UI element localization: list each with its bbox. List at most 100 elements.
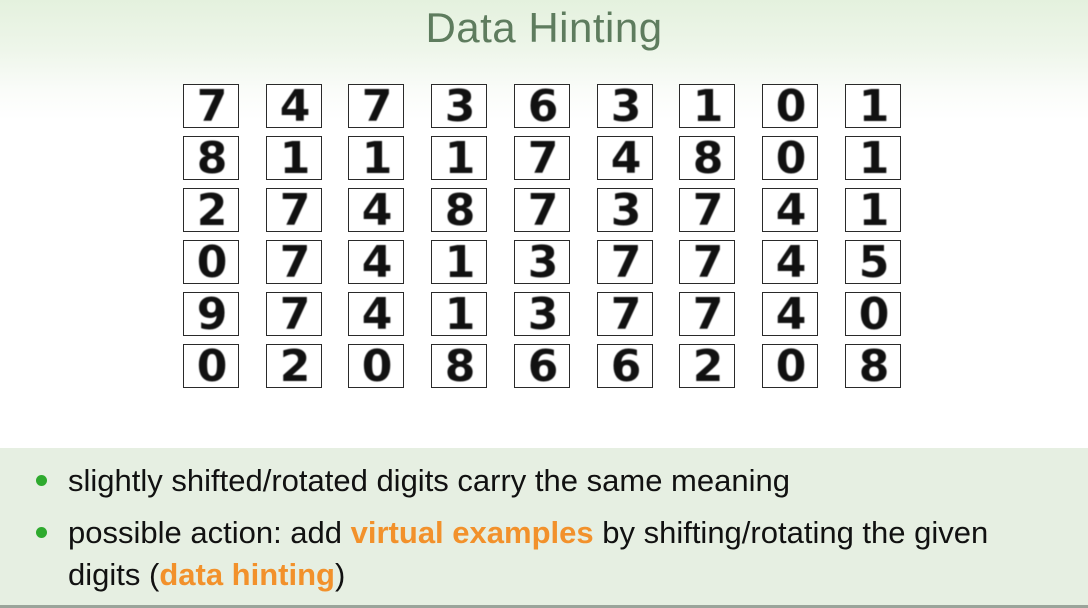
digit-cell: 8 [845,344,901,388]
digit-glyph: 4 [775,188,807,232]
bullet-2-text-start: possible action: add [68,515,351,550]
digit-glyph: 7 [361,84,393,128]
digit-cell: 7 [679,240,735,284]
digit-glyph: 4 [279,84,311,128]
digit-glyph: 1 [444,240,476,284]
digit-cell: 7 [597,240,653,284]
digit-glyph: 6 [527,84,559,128]
digit-cell: 1 [679,84,735,128]
digit-cell: 8 [679,136,735,180]
digit-cell: 8 [431,344,487,388]
digit-cell: 1 [845,188,901,232]
digit-cell: 0 [762,84,818,128]
bullet-2-text-end: ) [334,557,346,592]
digit-glyph: 1 [692,84,724,128]
digit-glyph: 0 [196,344,228,388]
digit-cell: 0 [762,136,818,180]
digit-glyph: 4 [361,240,393,284]
digit-glyph: 4 [361,292,393,336]
digit-cell: 7 [514,136,570,180]
digit-glyph: 8 [692,136,724,180]
digit-glyph: 8 [444,344,476,388]
digit-glyph: 4 [610,136,642,180]
digit-cell: 7 [514,188,570,232]
digit-cell: 6 [514,344,570,388]
digit-glyph: 7 [527,188,559,232]
digit-cell: 1 [431,240,487,284]
digit-glyph: 7 [527,136,559,180]
digit-glyph: 2 [279,344,311,388]
digit-cell: 0 [348,344,404,388]
digit-glyph: 7 [610,292,642,336]
digit-cell: 1 [431,292,487,336]
digit-glyph: 6 [610,344,642,388]
digit-cell: 6 [597,344,653,388]
digit-glyph: 4 [775,292,807,336]
slide: Data Hinting 7 4 7 3 6 3 1 0 1 8 1 1 1 7 4 8 0 1 2 7 4 8 7 3 7 4 1… [0,0,1088,608]
digit-cell: 4 [762,188,818,232]
digit-cell: 4 [348,240,404,284]
digit-glyph: 4 [361,188,393,232]
digit-glyph: 1 [444,292,476,336]
digit-cell: 6 [514,84,570,128]
digit-glyph: 1 [279,136,311,180]
digit-cell: 3 [431,84,487,128]
digit-glyph: 9 [196,292,228,336]
digit-glyph: 2 [692,344,724,388]
digit-cell: 3 [514,240,570,284]
digit-glyph: 1 [858,188,890,232]
bullet-text-1: slightly shifted/rotated digits carry th… [68,463,790,498]
digit-glyph: 3 [444,84,476,128]
digit-glyph: 7 [692,188,724,232]
digit-glyph: 7 [196,84,228,128]
digit-cell: 7 [266,188,322,232]
digit-cell: 1 [845,84,901,128]
digit-glyph: 3 [610,84,642,128]
digit-cell: 7 [597,292,653,336]
digit-cell: 2 [183,188,239,232]
digit-cell: 1 [348,136,404,180]
digit-cell: 7 [266,292,322,336]
digit-cell: 8 [183,136,239,180]
digit-cell: 2 [266,344,322,388]
digit-cell: 8 [431,188,487,232]
digit-cell: 4 [762,240,818,284]
digit-glyph: 1 [361,136,393,180]
digit-glyph: 8 [858,344,890,388]
bullet-panel: slightly shifted/rotated digits carry th… [0,448,1088,608]
slide-title: Data Hinting [425,4,663,51]
digit-glyph: 3 [527,292,559,336]
digit-glyph: 8 [444,188,476,232]
digit-cell: 1 [266,136,322,180]
digit-cell: 4 [266,84,322,128]
digit-cell: 3 [514,292,570,336]
digit-glyph: 3 [610,188,642,232]
digit-cell: 7 [183,84,239,128]
digit-glyph: 7 [279,240,311,284]
digit-glyph: 1 [858,136,890,180]
digit-cell: 0 [183,240,239,284]
digit-glyph: 7 [692,240,724,284]
digit-glyph: 5 [858,240,890,284]
digit-glyph: 7 [279,292,311,336]
digit-cell: 7 [679,188,735,232]
digit-cell: 4 [348,188,404,232]
digit-glyph: 1 [444,136,476,180]
digit-glyph: 2 [196,188,228,232]
digit-glyph: 0 [858,292,890,336]
digit-cell: 4 [597,136,653,180]
digit-glyph: 4 [775,240,807,284]
digit-cell: 3 [597,84,653,128]
digit-glyph: 8 [196,136,228,180]
digit-cell: 9 [183,292,239,336]
digit-cell: 7 [348,84,404,128]
digit-cell: 7 [266,240,322,284]
highlight-virtual-examples: virtual examples [350,515,594,550]
digit-cell: 4 [762,292,818,336]
digit-cell: 5 [845,240,901,284]
digit-glyph: 0 [196,240,228,284]
digit-cell: 7 [679,292,735,336]
digit-cell: 0 [183,344,239,388]
digit-cell: 2 [679,344,735,388]
digit-glyph: 6 [527,344,559,388]
